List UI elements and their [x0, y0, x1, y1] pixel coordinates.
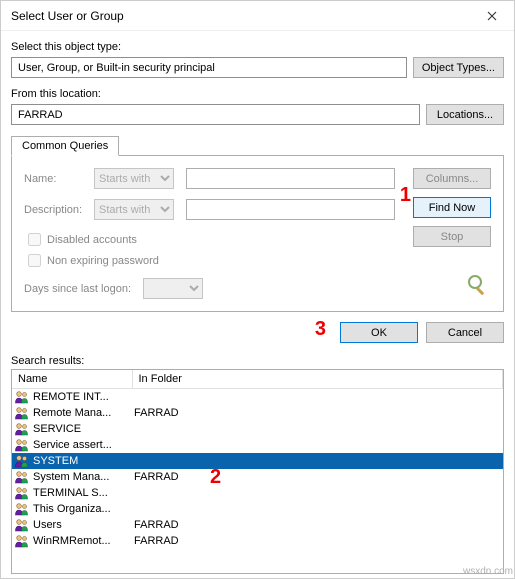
search-icon: [463, 272, 491, 299]
tabstrip: Common Queries: [11, 135, 504, 155]
table-row[interactable]: This Organiza...: [12, 501, 503, 517]
cell-name: SYSTEM: [12, 453, 132, 469]
cell-folder: [132, 501, 503, 517]
cell-folder: [132, 437, 503, 453]
table-row[interactable]: Service assert...: [12, 437, 503, 453]
results-table: Name In Folder REMOTE INT...Remote Mana.…: [12, 370, 503, 549]
group-icon: [14, 518, 30, 532]
table-row[interactable]: SYSTEM: [12, 453, 503, 469]
cell-name: Service assert...: [12, 437, 132, 453]
tab-common-queries[interactable]: Common Queries: [11, 136, 119, 156]
annotation-1: 1: [400, 184, 411, 207]
table-row[interactable]: System Mana...FARRAD: [12, 469, 503, 485]
results-pane: Name In Folder REMOTE INT...Remote Mana.…: [11, 369, 504, 574]
description-label: Description:: [24, 204, 94, 216]
cell-name: Users: [12, 517, 132, 533]
non-expiring-checkbox: [28, 254, 41, 267]
non-expiring-check: Non expiring password: [24, 251, 395, 270]
locations-button[interactable]: Locations...: [426, 104, 504, 125]
table-row[interactable]: Remote Mana...FARRAD: [12, 405, 503, 421]
table-row[interactable]: UsersFARRAD: [12, 517, 503, 533]
col-name[interactable]: Name: [12, 370, 132, 389]
cancel-button[interactable]: Cancel: [426, 322, 504, 343]
group-icon: [14, 454, 30, 468]
dialog-window: Select User or Group Select this object …: [0, 0, 515, 579]
cell-name: System Mana...: [12, 469, 132, 485]
cell-name: SERVICE: [12, 421, 132, 437]
cell-folder: FARRAD: [132, 469, 503, 485]
group-icon: [14, 390, 30, 404]
cell-folder: FARRAD: [132, 533, 503, 549]
group-icon: [14, 422, 30, 436]
annotation-3: 3: [315, 318, 326, 341]
cell-name: WinRMRemot...: [12, 533, 132, 549]
description-input: [186, 199, 395, 220]
name-label: Name:: [24, 173, 94, 185]
close-button[interactable]: [470, 1, 514, 31]
titlebar: Select User or Group: [1, 1, 514, 31]
cell-folder: [132, 485, 503, 501]
ok-button[interactable]: OK: [340, 322, 418, 343]
group-icon: [14, 502, 30, 516]
days-since-logon-select: [143, 278, 203, 299]
columns-button: Columns...: [413, 168, 491, 189]
close-icon: [487, 11, 497, 21]
days-since-logon-label: Days since last logon:: [24, 283, 131, 295]
group-icon: [14, 406, 30, 420]
group-icon: [14, 534, 30, 548]
description-mode-select: Starts with: [94, 199, 174, 220]
location-field[interactable]: [11, 104, 420, 125]
table-row[interactable]: TERMINAL S...: [12, 485, 503, 501]
cell-folder: [132, 421, 503, 437]
cell-name: REMOTE INT...: [12, 389, 132, 405]
window-title: Select User or Group: [11, 9, 470, 23]
table-row[interactable]: REMOTE INT...: [12, 389, 503, 406]
table-row[interactable]: SERVICE: [12, 421, 503, 437]
name-input: [186, 168, 395, 189]
cell-name: TERMINAL S...: [12, 485, 132, 501]
cell-folder: [132, 389, 503, 406]
object-types-button[interactable]: Object Types...: [413, 57, 504, 78]
cell-name: Remote Mana...: [12, 405, 132, 421]
col-folder[interactable]: In Folder: [132, 370, 503, 389]
table-row[interactable]: WinRMRemot...FARRAD: [12, 533, 503, 549]
disabled-accounts-check: Disabled accounts: [24, 230, 395, 249]
find-now-button[interactable]: Find Now: [413, 197, 491, 218]
location-label: From this location:: [11, 88, 504, 100]
stop-button: Stop: [413, 226, 491, 247]
watermark: wsxdn.com: [463, 566, 513, 577]
cell-name: This Organiza...: [12, 501, 132, 517]
object-type-field[interactable]: [11, 57, 407, 78]
group-icon: [14, 470, 30, 484]
group-icon: [14, 438, 30, 452]
object-type-label: Select this object type:: [11, 41, 504, 53]
results-scroll[interactable]: Name In Folder REMOTE INT...Remote Mana.…: [12, 370, 503, 573]
name-mode-select: Starts with: [94, 168, 174, 189]
cell-folder: FARRAD: [132, 405, 503, 421]
cell-folder: FARRAD: [132, 517, 503, 533]
search-results-label: Search results:: [11, 355, 504, 367]
disabled-accounts-checkbox: [28, 233, 41, 246]
tabpanel-common-queries: Name: Starts with Description: Starts wi…: [11, 155, 504, 312]
cell-folder: [132, 453, 503, 469]
group-icon: [14, 486, 30, 500]
